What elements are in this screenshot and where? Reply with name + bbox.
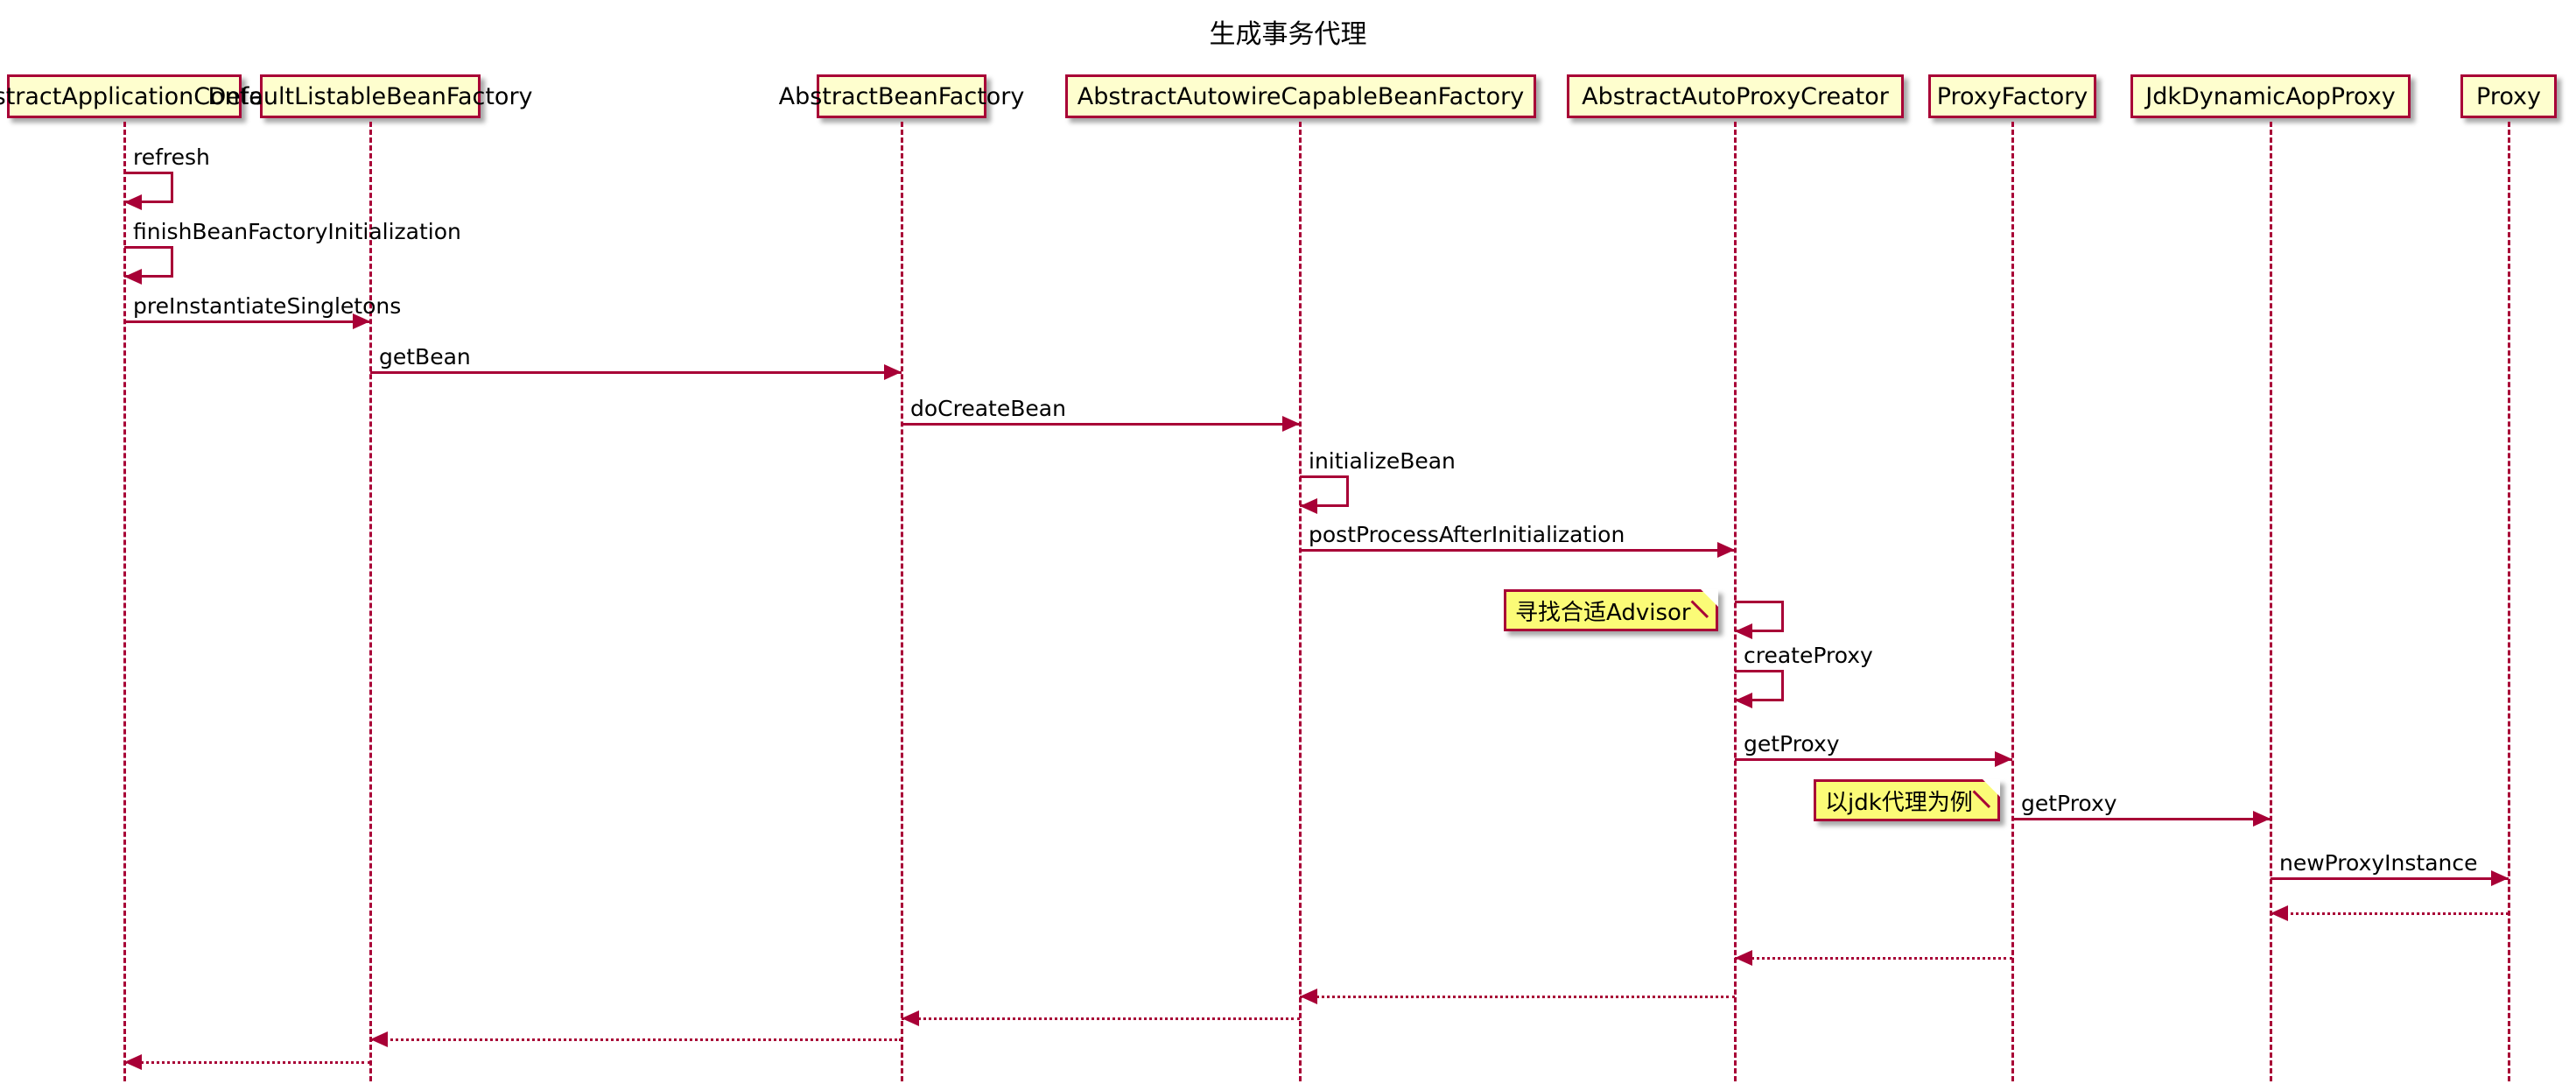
participant-abf[interactable]: AbstractBeanFactory xyxy=(779,74,1024,118)
lifeline-dlbf xyxy=(369,122,372,1081)
message-getBean[interactable] xyxy=(370,371,902,374)
note-text: 以jdk代理为例 xyxy=(1825,789,1973,816)
lifeline-abf xyxy=(901,122,903,1081)
arrowhead-left-icon xyxy=(2271,905,2288,921)
arrowhead-right-icon xyxy=(1282,416,1300,432)
lifeline-pf xyxy=(2011,122,2014,1081)
message-label: initializeBean xyxy=(1309,448,1456,474)
note-1: 以jdk代理为例 xyxy=(1814,774,2007,821)
participant-ctx[interactable]: AbstractApplicationContext xyxy=(0,74,286,118)
participant-label: JdkDynamicAopProxy xyxy=(2145,82,2396,110)
message-doCreateBean[interactable] xyxy=(902,423,1300,426)
participant-dlbf[interactable]: DefaultListableBeanFactory xyxy=(207,74,533,118)
message-newProxyInstance[interactable] xyxy=(2271,877,2509,880)
arrowhead-left-icon xyxy=(1300,989,1317,1004)
message-label: doCreateBean xyxy=(910,396,1066,421)
message-return-15[interactable] xyxy=(902,1017,1300,1020)
note-fold-icon xyxy=(1701,589,1718,607)
lifeline-aacbf xyxy=(1299,122,1302,1081)
participant-label: AbstractAutoProxyCreator xyxy=(1582,82,1889,110)
arrowhead-left-icon xyxy=(370,1031,388,1047)
note-fold-icon xyxy=(1983,779,2000,797)
arrowhead-left-icon xyxy=(124,1054,142,1070)
lifeline-proxy xyxy=(2508,122,2510,1081)
note-text: 寻找合适Advisor xyxy=(1515,599,1691,626)
diagram-title: 生成事务代理 xyxy=(1209,19,1367,50)
message-preInstantiateSingletons[interactable] xyxy=(124,320,370,323)
arrowhead-left-icon xyxy=(1300,498,1317,514)
participant-jdap[interactable]: JdkDynamicAopProxy xyxy=(2130,74,2411,118)
arrowhead-right-icon xyxy=(2253,811,2271,827)
participant-label: AbstractBeanFactory xyxy=(778,82,1025,110)
arrowhead-right-icon xyxy=(1717,542,1735,558)
note-0: 寻找合适Advisor xyxy=(1504,584,1725,631)
message-postProcessAfterInitialization[interactable] xyxy=(1300,549,1735,552)
message-getProxy[interactable] xyxy=(2012,818,2271,820)
participant-label: AbstractAutowireCapableBeanFactory xyxy=(1077,82,1525,110)
message-return-13[interactable] xyxy=(1735,957,2012,960)
message-getProxy[interactable] xyxy=(1735,758,2012,761)
message-label: newProxyInstance xyxy=(2279,850,2478,876)
participant-label: DefaultListableBeanFactory xyxy=(207,82,533,110)
arrowhead-left-icon xyxy=(124,194,142,210)
participant-aacbf[interactable]: AbstractAutowireCapableBeanFactory xyxy=(1065,74,1536,118)
arrowhead-right-icon xyxy=(2491,870,2509,886)
arrowhead-right-icon xyxy=(1995,751,2012,767)
participant-label: ProxyFactory xyxy=(1936,82,2088,110)
participant-pf[interactable]: ProxyFactory xyxy=(1928,74,2096,118)
sequence-diagram-canvas: 生成事务代理 AbstractApplicationContextDefault… xyxy=(0,0,2576,1091)
message-label: preInstantiateSingletons xyxy=(133,293,402,319)
arrowhead-left-icon xyxy=(124,269,142,285)
message-return-14[interactable] xyxy=(1300,996,1735,998)
arrowhead-left-icon xyxy=(1735,623,1752,639)
arrowhead-left-icon xyxy=(1735,950,1752,966)
message-label: postProcessAfterInitialization xyxy=(1309,522,1625,547)
arrowhead-left-icon xyxy=(902,1010,919,1026)
message-label: createProxy xyxy=(1744,643,1873,668)
message-label: finishBeanFactoryInitialization xyxy=(133,219,461,244)
participant-proxy[interactable]: Proxy xyxy=(2460,74,2557,118)
message-return-12[interactable] xyxy=(2271,912,2509,915)
arrowhead-left-icon xyxy=(1735,693,1752,708)
participant-label: Proxy xyxy=(2476,82,2541,110)
message-label: getBean xyxy=(379,344,471,370)
participant-aapc[interactable]: AbstractAutoProxyCreator xyxy=(1567,74,1904,118)
message-return-17[interactable] xyxy=(124,1061,370,1064)
message-label: getProxy xyxy=(1744,731,1840,757)
arrowhead-right-icon xyxy=(884,364,902,380)
message-label: refresh xyxy=(133,144,210,170)
message-label: getProxy xyxy=(2021,791,2117,816)
message-return-16[interactable] xyxy=(370,1038,902,1041)
lifeline-jdap xyxy=(2270,122,2272,1081)
